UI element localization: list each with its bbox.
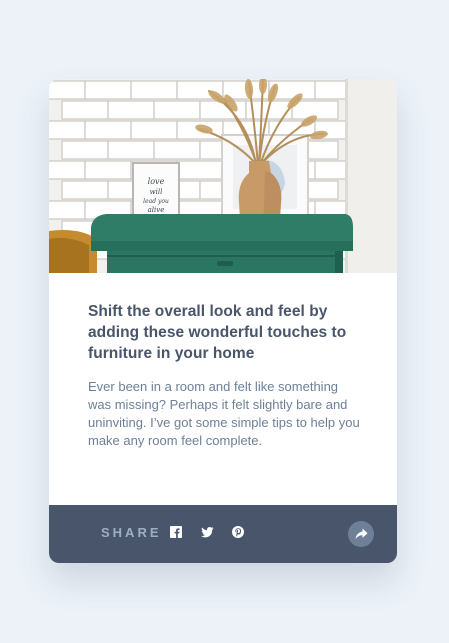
article-card: love will lead you alive Shift the overa… xyxy=(49,79,397,563)
share-label: SHARE xyxy=(101,525,162,540)
share-button[interactable] xyxy=(348,521,374,547)
twitter-icon[interactable] xyxy=(199,524,215,540)
article-image: love will lead you alive xyxy=(49,79,397,273)
svg-text:lead you: lead you xyxy=(143,198,169,205)
facebook-icon[interactable] xyxy=(168,524,184,540)
share-arrow-icon xyxy=(355,528,368,539)
article-title[interactable]: Shift the overall look and feel by addin… xyxy=(88,301,360,364)
svg-text:will: will xyxy=(150,188,163,196)
svg-text:alive: alive xyxy=(148,206,165,214)
share-bar: SHARE xyxy=(49,505,397,563)
svg-text:love: love xyxy=(148,177,165,186)
article-excerpt: Ever been in a room and felt like someth… xyxy=(88,379,360,448)
pinterest-icon[interactable] xyxy=(230,524,246,540)
article-content: Shift the overall look and feel by addin… xyxy=(88,301,360,450)
